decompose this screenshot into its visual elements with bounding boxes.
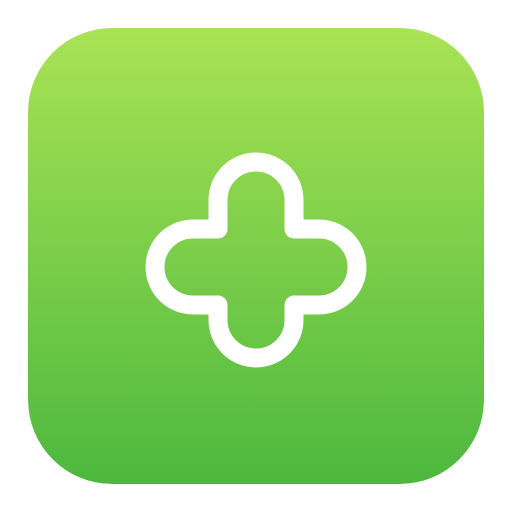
app-icon-graphic (28, 28, 484, 484)
app-icon[interactable] (28, 28, 484, 484)
app-icon-background (28, 28, 484, 484)
canvas (0, 0, 512, 512)
